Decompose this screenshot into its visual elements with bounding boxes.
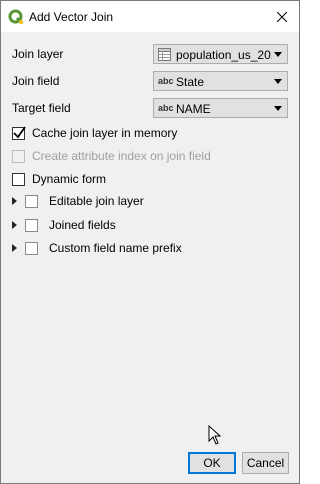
add-vector-join-dialog: Add Vector Join Join layer population_us… [0, 0, 300, 484]
checkmark-icon [13, 125, 26, 138]
joined-fields-label: Joined fields [49, 218, 116, 232]
custom-field-prefix-label: Custom field name prefix [49, 241, 182, 255]
cache-join-layer-label: Cache join layer in memory [32, 126, 178, 140]
expand-arrow-icon[interactable] [12, 220, 22, 230]
checkbox-box[interactable] [25, 218, 38, 232]
target-field-value: NAME [176, 102, 211, 116]
editable-join-layer-group[interactable]: Editable join layer [12, 193, 144, 209]
custom-field-prefix-group[interactable]: Custom field name prefix [12, 240, 182, 256]
join-field-value: State [176, 75, 205, 89]
editable-join-layer-label: Editable join layer [49, 194, 144, 208]
close-icon [277, 11, 287, 22]
join-layer-value: population_us_201 [176, 48, 272, 62]
chevron-down-icon [274, 106, 282, 111]
join-layer-combo[interactable]: population_us_201 [153, 44, 288, 64]
checkbox-box[interactable] [25, 194, 38, 208]
table-icon [158, 48, 171, 61]
qgis-logo-icon [8, 9, 24, 25]
window-title: Add Vector Join [29, 10, 114, 24]
checkbox-box[interactable] [12, 172, 25, 186]
text-type-icon: abc [158, 103, 174, 113]
checkbox-box[interactable] [12, 125, 26, 140]
dialog-body: Join layer population_us_201 Join field … [1, 32, 299, 483]
checkbox-box [12, 149, 25, 163]
chevron-down-icon [274, 79, 282, 84]
create-index-label: Create attribute index on join field [32, 149, 211, 163]
target-field-combo[interactable]: abc NAME [153, 98, 288, 118]
cache-join-layer-checkbox[interactable]: Cache join layer in memory [12, 125, 177, 141]
dynamic-form-checkbox[interactable]: Dynamic form [12, 171, 106, 187]
text-type-icon: abc [158, 76, 174, 86]
chevron-down-icon [274, 52, 282, 57]
expand-arrow-icon[interactable] [12, 243, 22, 253]
join-field-label: Join field [12, 74, 60, 88]
expand-arrow-icon[interactable] [12, 196, 22, 206]
title-bar: Add Vector Join [1, 1, 299, 32]
joined-fields-group[interactable]: Joined fields [12, 217, 116, 233]
dynamic-form-label: Dynamic form [32, 172, 107, 186]
cancel-button[interactable]: Cancel [242, 452, 289, 474]
ok-button[interactable]: OK [188, 452, 236, 474]
target-field-label: Target field [12, 101, 71, 115]
join-layer-label: Join layer [12, 47, 64, 61]
checkbox-box[interactable] [25, 241, 38, 255]
create-index-checkbox: Create attribute index on join field [12, 148, 211, 164]
close-button[interactable] [265, 1, 299, 32]
join-field-combo[interactable]: abc State [153, 71, 288, 91]
mouse-pointer-icon [208, 425, 222, 445]
